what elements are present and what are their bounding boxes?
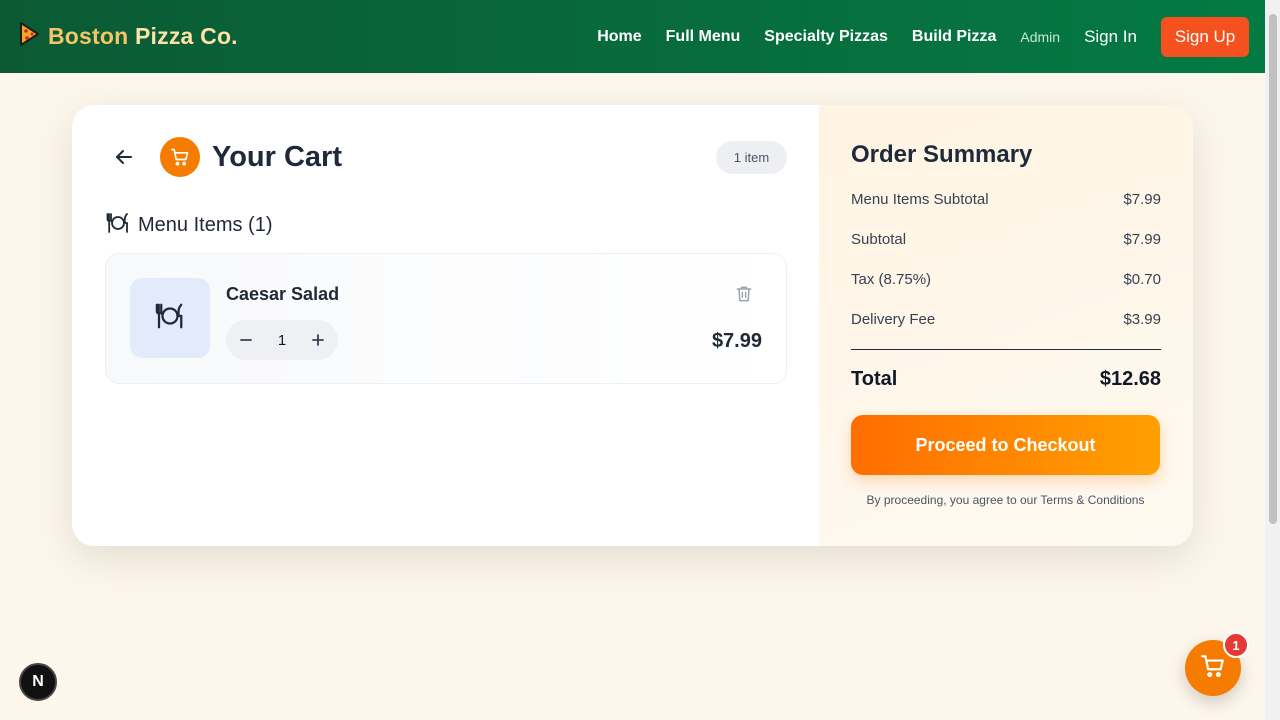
item-thumbnail [130,278,210,358]
cart-card: Your Cart 1 item Menu Items (1) Caesar S… [72,105,1193,546]
summary-row-delivery-fee: Delivery Fee $3.99 [851,311,1161,351]
quantity-stepper: 1 [226,320,338,360]
cart-pane: Your Cart 1 item Menu Items (1) Caesar S… [72,105,819,546]
back-arrow-icon[interactable] [112,145,136,169]
menu-items-heading-text: Menu Items (1) [138,214,273,236]
page-scrollbar[interactable] [1265,0,1280,720]
item-price: $7.99 [711,330,762,352]
menu-items-heading: Menu Items (1) [106,211,272,240]
dev-tools-badge[interactable]: N [19,663,57,701]
increase-quantity-button[interactable] [306,328,330,352]
item-name: Caesar Salad [226,284,340,304]
sign-in-link[interactable]: Sign In [1084,27,1137,47]
item-count-badge: 1 item [716,141,787,174]
summary-value: $0.70 [1123,271,1161,288]
summary-value: $7.99 [1123,231,1161,248]
utensils-plate-icon [155,301,185,336]
site-header: Boston Pizza Co. Home Full Menu Specialt… [0,0,1265,73]
cart-count-badge: 1 [1223,632,1249,658]
cart-title-icon [160,137,200,177]
total-label: Total [851,368,898,390]
decrease-quantity-button[interactable] [234,328,258,352]
proceed-to-checkout-button[interactable]: Proceed to Checkout [851,415,1160,475]
cart-item: Caesar Salad 1 $7.99 [105,253,787,384]
brand[interactable]: Boston Pizza Co. [18,21,238,52]
summary-row-tax: Tax (8.75%) $0.70 [851,271,1161,311]
summary-divider [851,349,1161,350]
summary-label: Subtotal [851,231,907,248]
order-summary: Order Summary Menu Items Subtotal $7.99 … [819,105,1193,546]
summary-total-row: Total $12.68 [851,368,1161,391]
order-summary-title: Order Summary [851,141,1033,168]
brand-name-part1: Boston [48,23,129,49]
total-value: $12.68 [1099,368,1161,390]
summary-label: Menu Items Subtotal [851,191,989,208]
summary-row-subtotal: Subtotal $7.99 [851,231,1161,271]
brand-name-part2: Pizza Co. [135,23,238,49]
nav-build-pizza[interactable]: Build Pizza [912,28,996,46]
nav-full-menu[interactable]: Full Menu [666,28,741,46]
scrollbar-thumb[interactable] [1269,14,1277,524]
main-nav: Home Full Menu Specialty Pizzas Build Pi… [573,16,1249,57]
utensils-plate-icon [106,211,130,240]
summary-label: Tax (8.75%) [851,271,932,288]
summary-row-menu-items-subtotal: Menu Items Subtotal $7.99 [851,191,1161,231]
trash-icon[interactable] [734,284,756,306]
brand-name: Boston Pizza Co. [48,23,238,50]
cart-icon [1200,653,1226,684]
summary-value: $3.99 [1123,311,1161,328]
sign-up-button[interactable]: Sign Up [1161,16,1249,57]
pizza-slice-icon [18,21,40,52]
nav-home[interactable]: Home [597,28,641,46]
summary-label: Delivery Fee [851,311,936,328]
terms-notice: By proceeding, you agree to our Terms & … [866,493,1145,507]
page-title: Your Cart [212,141,342,173]
summary-value: $7.99 [1123,191,1161,208]
quantity-value: 1 [277,331,287,349]
nav-admin[interactable]: Admin [1020,29,1060,45]
nav-specialty-pizzas[interactable]: Specialty Pizzas [764,28,888,46]
